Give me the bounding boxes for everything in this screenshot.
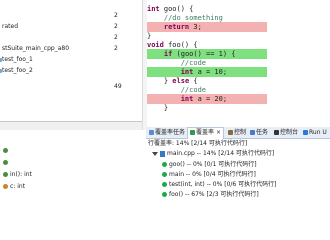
tab-control[interactable]: 控制	[228, 128, 246, 137]
function-icon	[3, 172, 8, 177]
coverage-summary: 行覆盖率: 14% [2/14 可执行代码行]	[148, 140, 248, 147]
code-keyword: else	[172, 77, 190, 85]
function-icon	[162, 162, 167, 167]
function-icon	[162, 192, 167, 197]
file-icon	[160, 150, 165, 157]
coverage-function-row[interactable]: main -- 0% [0/4 可执行代码行]	[162, 170, 256, 179]
coverage-function-row[interactable]: foo() -- 67% [2/3 可执行代码行]	[162, 190, 259, 199]
code-text: foo() {	[163, 41, 198, 49]
code-editor[interactable]: int goo() { //do something return 3; } v…	[147, 0, 330, 128]
tree-count: 2	[114, 23, 118, 30]
code-text: }	[147, 104, 169, 112]
tree-row[interactable]: rated 2	[0, 21, 142, 32]
tree-count: 2	[114, 34, 118, 41]
code-comment: //code	[147, 86, 207, 94]
tab-coverage[interactable]: 覆盖率 ×	[187, 127, 225, 139]
function-icon	[3, 160, 8, 165]
tab-run-unit[interactable]: Run U	[303, 128, 327, 137]
tree-row[interactable]: 2	[0, 10, 142, 21]
tree-count: 2	[114, 45, 118, 52]
code-keyword: if	[147, 50, 173, 58]
tree-row[interactable]: 2	[0, 32, 142, 43]
outline-tab-strip	[0, 122, 142, 130]
outline-item[interactable]	[2, 158, 10, 167]
tree-row[interactable]: test_foo_1	[0, 54, 142, 65]
run-icon	[303, 130, 308, 135]
code-line: }	[147, 103, 267, 113]
outline-item[interactable]: in(): int	[2, 170, 32, 179]
side-number: 49	[114, 83, 122, 90]
code-text: 3;	[189, 23, 202, 31]
code-keyword: void	[147, 41, 164, 49]
control-icon	[228, 130, 233, 135]
namespace-icon	[3, 148, 8, 153]
coverage-file-row[interactable]: main.cpp -- 14% [2/14 可执行代码行]	[152, 149, 274, 158]
tab-coverage-task[interactable]: 覆盖率任务	[149, 128, 185, 137]
close-icon[interactable]: ×	[216, 129, 221, 136]
code-text: a = 20;	[193, 95, 228, 103]
coverage-function-row[interactable]: test(int, int) -- 0% [0/6 可执行代码行]	[162, 180, 276, 189]
function-icon	[162, 172, 167, 177]
code-text: a = 10;	[193, 68, 228, 76]
code-keyword: int	[147, 5, 160, 13]
code-text: }	[147, 77, 173, 85]
tasks-icon	[250, 130, 255, 135]
code-text: goo() {	[159, 5, 194, 13]
coverage-panel: 行覆盖率: 14% [2/14 可执行代码行] main.cpp -- 14% …	[146, 139, 330, 200]
code-keyword: int	[147, 95, 194, 103]
chevron-down-icon[interactable]	[152, 151, 158, 156]
outline-item[interactable]: c: int	[2, 182, 25, 191]
console-icon	[274, 130, 279, 135]
code-text: (goo() == 1) {	[172, 50, 236, 58]
variable-icon	[3, 184, 8, 189]
project-tree-pane: 2 rated 2 2 stSuite_main_cpp_a80 2 test_…	[0, 0, 142, 200]
coverage-icon	[190, 130, 195, 135]
bottom-view-tabbar: 覆盖率任务 覆盖率 × 控制 任务 控制台 Run U	[146, 127, 330, 139]
code-comment: //do something	[147, 14, 223, 22]
tree-row[interactable]: stSuite_main_cpp_a80 2	[0, 43, 142, 54]
coverage-function-row[interactable]: goo() -- 0% [0/1 可执行代码行]	[162, 160, 257, 169]
outline-item[interactable]	[2, 146, 10, 155]
function-icon	[162, 182, 167, 187]
code-text: }	[147, 32, 152, 40]
tree-row[interactable]: test_foo_2	[0, 65, 142, 76]
tab-console[interactable]: 控制台	[274, 128, 298, 137]
tree-count: 2	[114, 12, 118, 19]
code-keyword: return	[147, 23, 190, 31]
code-text: {	[189, 77, 198, 85]
tab-tasks[interactable]: 任务	[250, 128, 268, 137]
code-comment: //code	[147, 59, 207, 67]
coverage-task-icon	[149, 130, 154, 135]
code-keyword: int	[147, 68, 194, 76]
